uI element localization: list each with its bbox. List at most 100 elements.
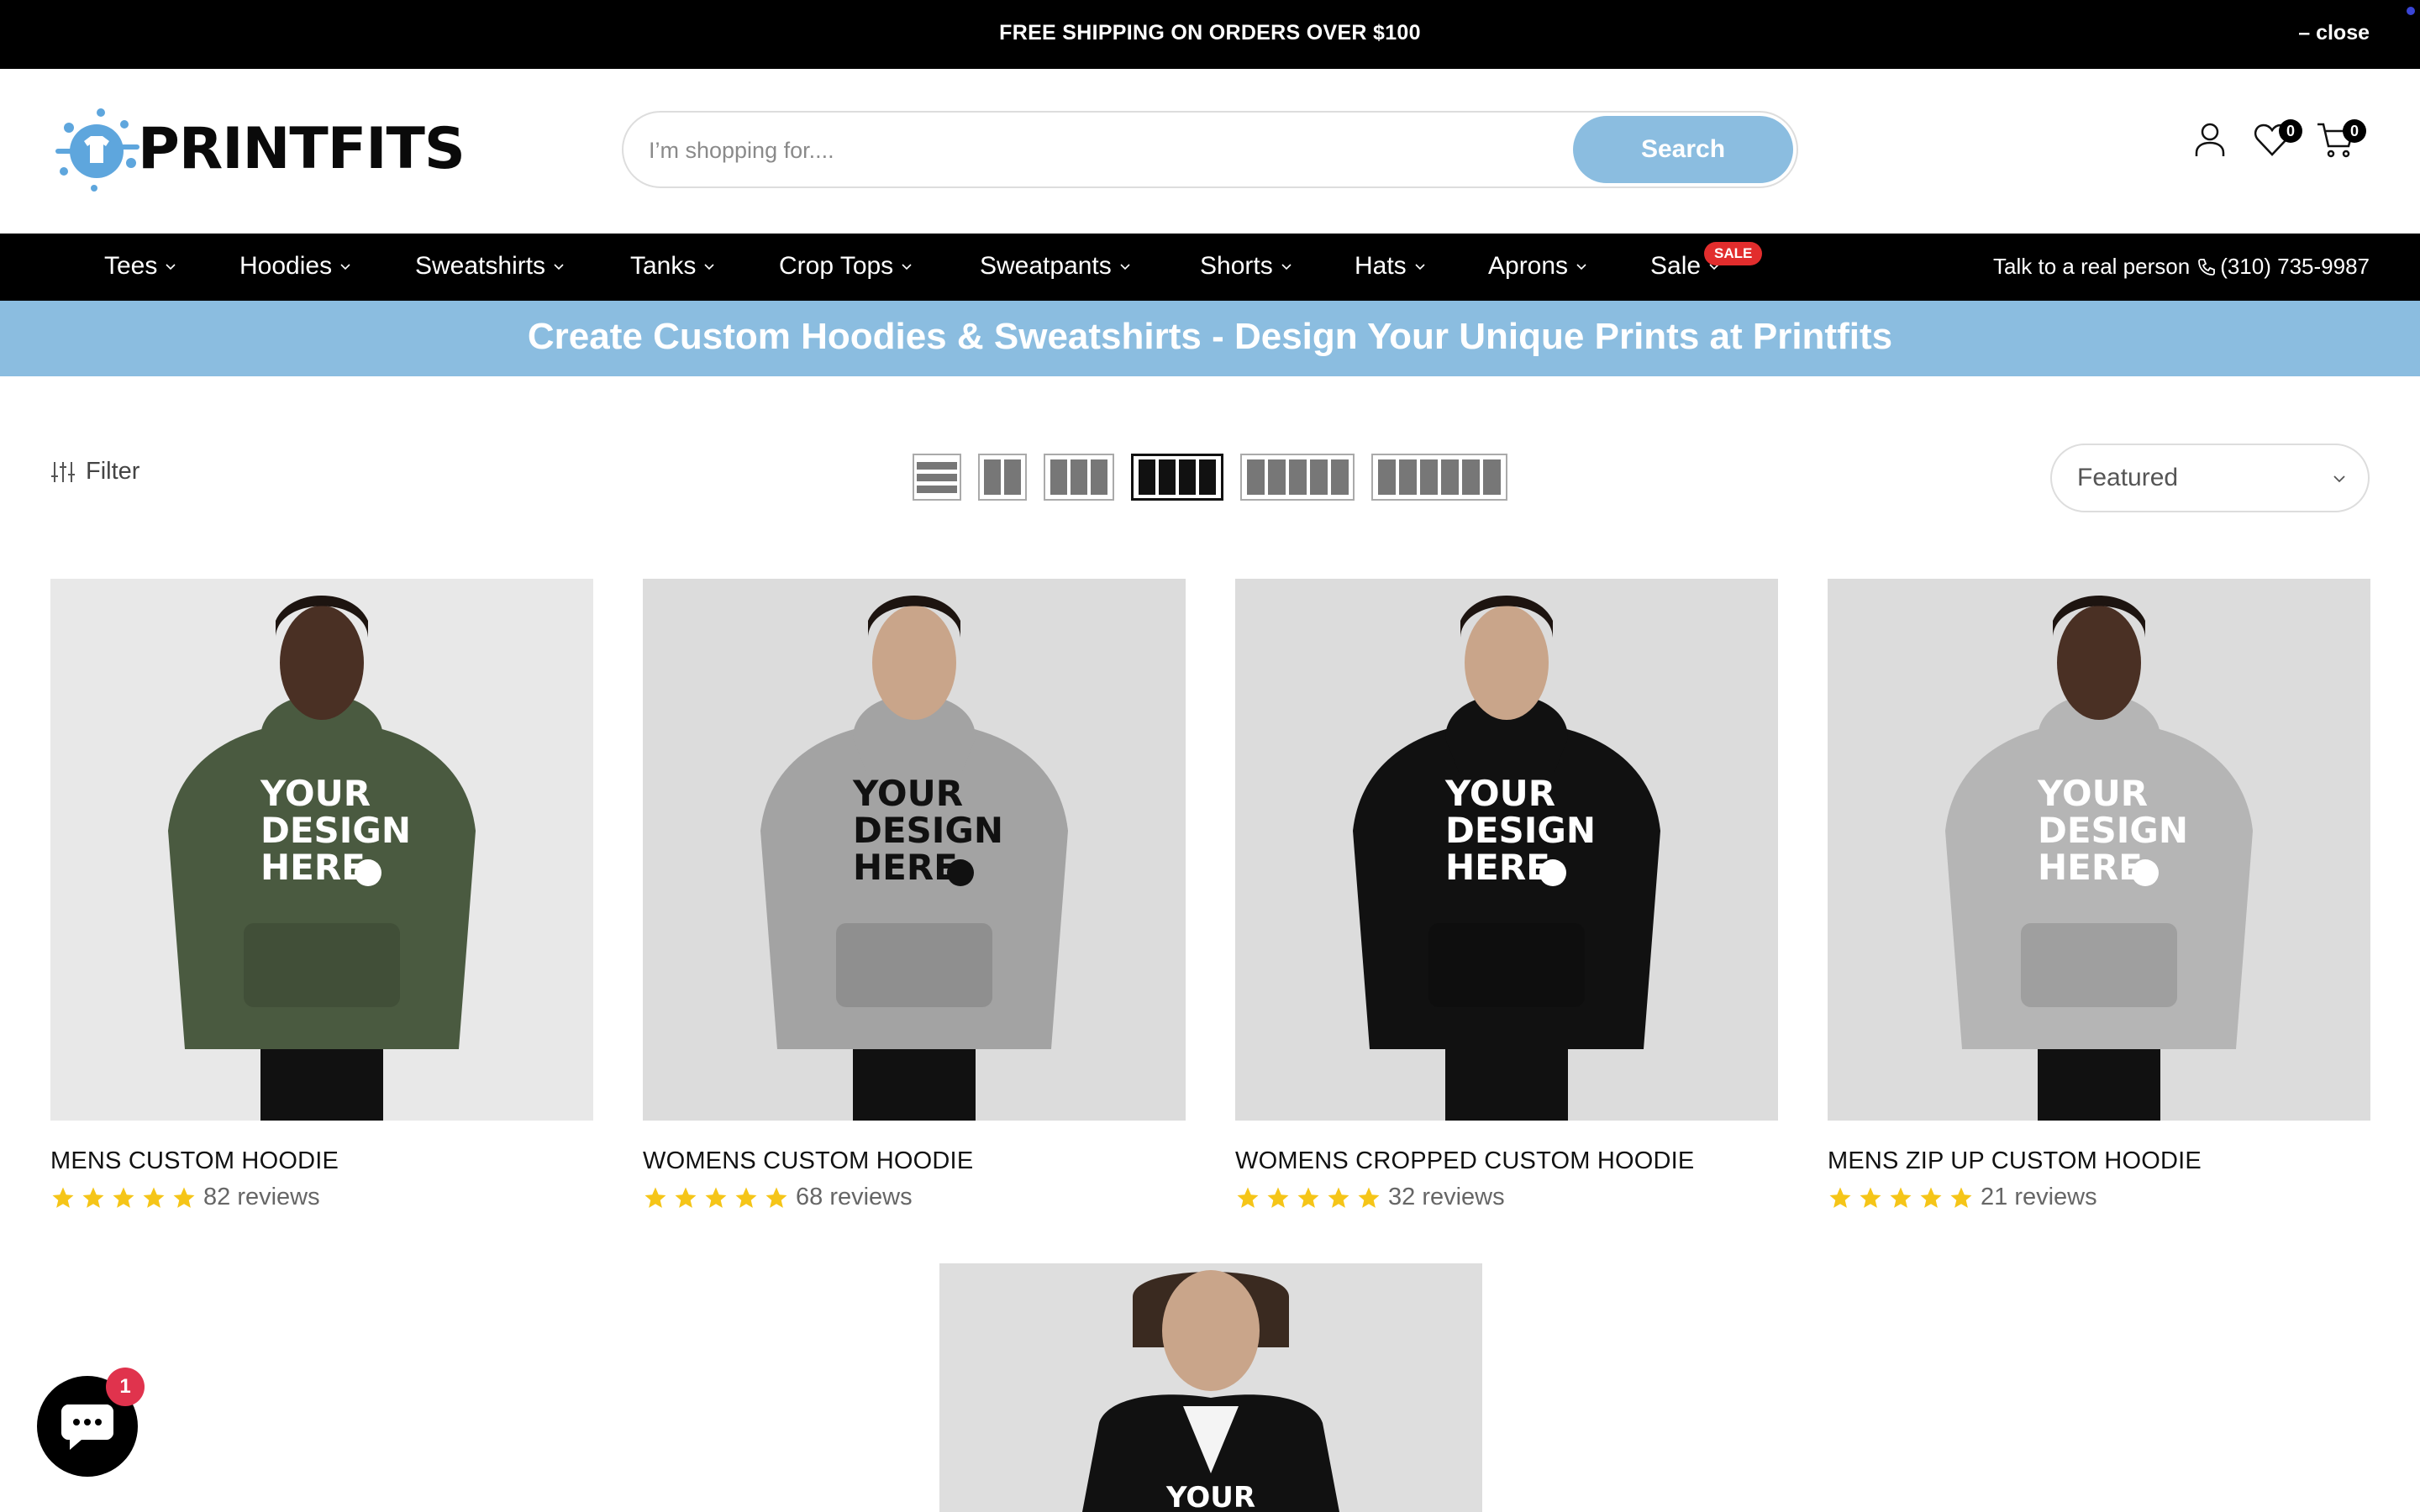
star-icon: [1328, 1187, 1349, 1208]
chevron-down-icon: [1576, 264, 1586, 270]
nav-item-shorts[interactable]: Shorts: [1200, 252, 1293, 281]
user-icon: [2195, 123, 2225, 156]
nav-item-label: Sweatshirts: [415, 252, 546, 280]
star-icon: [113, 1187, 134, 1208]
sort-selected-value: Featured: [2077, 464, 2179, 491]
collection-banner: Create Custom Hoodies & Sweatshirts - De…: [0, 301, 2420, 376]
sort-select[interactable]: Featured: [2050, 444, 2370, 512]
chevron-down-icon: [554, 264, 564, 270]
model-hoodie-image: YOURDESIGNHERE: [1828, 579, 2370, 1121]
nav-item-sweatshirts[interactable]: Sweatshirts: [415, 252, 566, 281]
nav-item-label: Hats: [1355, 252, 1407, 280]
nav-item-crop-tops[interactable]: Crop Tops: [779, 252, 913, 281]
announcement-message: FREE SHIPPING ON ORDERS OVER $100: [999, 21, 1421, 45]
star-icon: [1920, 1187, 1942, 1208]
product-rating[interactable]: 32 reviews: [1235, 1184, 1778, 1211]
product-image[interactable]: YOUR DESIGN HERE: [643, 579, 1186, 1121]
nav-item-hats[interactable]: Hats: [1355, 252, 1427, 281]
phone-icon: [2198, 258, 2216, 276]
grid-column-icon: [1139, 459, 1155, 495]
print-text: HERE: [2038, 847, 2143, 888]
filter-button[interactable]: Filter: [50, 458, 139, 486]
chevron-down-icon: [340, 264, 350, 270]
model-hoodie-image: YOURDESIGNHERE: [643, 579, 1186, 1121]
nav-item-label: Crop Tops: [779, 252, 894, 280]
chevron-down-icon: [166, 264, 176, 270]
star-icon: [705, 1187, 727, 1208]
list-row-icon: [917, 473, 957, 481]
review-count: 21 reviews: [1981, 1184, 2097, 1210]
grid-column-icon: [1199, 459, 1216, 495]
print-text: HERE: [260, 847, 366, 888]
star-icon: [1358, 1187, 1380, 1208]
product-image[interactable]: YOUR DESIGN HERE: [1828, 579, 2370, 1121]
cart-count-badge: 0: [2343, 119, 2366, 143]
grid-column-icon: [1441, 459, 1459, 495]
product-card[interactable]: YOUR DESIGN HERE MENS ZIP UP CUSTOM HOODIE 2…: [1828, 579, 2370, 1211]
paint-splash-icon: [1539, 859, 1566, 886]
model-hoodie-image: YOURDESIGNHERE: [1235, 579, 1778, 1121]
filter-sliders-icon: [51, 461, 75, 482]
nav-item-tees[interactable]: Tees: [104, 252, 177, 281]
paint-splash-icon: [355, 859, 381, 886]
logo-splash-icon: [55, 108, 139, 192]
star-icon: [1237, 1187, 1259, 1208]
layout-6-columns-button[interactable]: [1371, 454, 1507, 501]
product-title[interactable]: MENS CUSTOM HOODIE: [50, 1147, 593, 1175]
phone-number: (310) 735-9987: [2220, 254, 2370, 279]
print-text: YOUR: [852, 773, 963, 814]
nav-item-label: Hoodies: [239, 252, 333, 280]
chat-launcher-button[interactable]: 1: [37, 1368, 145, 1477]
paint-splash-icon: [2132, 859, 2159, 886]
chevron-down-icon: [1415, 264, 1425, 270]
print-text: YOUR: [2037, 773, 2148, 814]
nav-item-label: Shorts: [1200, 252, 1273, 280]
layout-3-columns-button[interactable]: [1044, 454, 1114, 501]
star-icon: [82, 1187, 104, 1208]
account-button[interactable]: [2190, 119, 2240, 170]
grid-column-icon: [1420, 459, 1438, 495]
layout-2-columns-button[interactable]: [978, 454, 1027, 501]
nav-item-tanks[interactable]: Tanks: [630, 252, 716, 281]
chevron-down-icon: [1120, 264, 1130, 270]
nav-item-label: Tees: [104, 252, 158, 280]
nav-item-hoodies[interactable]: Hoodies: [239, 252, 352, 281]
status-dot: [2407, 7, 2415, 15]
search-input[interactable]: [649, 129, 1506, 171]
product-image[interactable]: YOUR DESIGN HERE: [1235, 579, 1778, 1121]
announcement-close-button[interactable]: – close: [2298, 21, 2370, 45]
star-rating: [1235, 1185, 1381, 1210]
star-icon: [1860, 1187, 1881, 1208]
nav-item-sweatpants[interactable]: Sweatpants: [980, 252, 1132, 281]
cart-button[interactable]: 0: [2316, 119, 2366, 170]
product-title[interactable]: WOMENS CUSTOM HOODIE: [643, 1147, 1186, 1175]
search-button[interactable]: Search: [1573, 116, 1793, 183]
wishlist-button[interactable]: 0: [2252, 119, 2302, 170]
chat-bubble-icon: [61, 1404, 113, 1450]
product-card[interactable]: YOUR DESIGN HERE WOMENS CUSTOM HOODIE 68 rev…: [643, 579, 1186, 1211]
product-rating[interactable]: 21 reviews: [1828, 1184, 2370, 1211]
paint-splash-icon: [947, 859, 974, 886]
product-rating[interactable]: 82 reviews: [50, 1184, 593, 1211]
product-image[interactable]: YOUR DESIGN HERE: [50, 579, 593, 1121]
layout-4-columns-button[interactable]: [1131, 454, 1223, 501]
product-card[interactable]: YOUR DESIGN HERE WOMENS CROPPED CUSTOM HOOD…: [1235, 579, 1778, 1211]
product-title[interactable]: WOMENS CROPPED CUSTOM HOODIE: [1235, 1147, 1778, 1175]
nav-item-aprons[interactable]: Aprons: [1488, 252, 1588, 281]
product-image[interactable]: YOUR: [939, 1263, 1482, 1512]
logo[interactable]: PRINTFITS: [50, 102, 466, 195]
star-icon: [1297, 1187, 1319, 1208]
product-rating[interactable]: 68 reviews: [643, 1184, 1186, 1211]
print-text: YOUR: [1165, 1481, 1255, 1512]
nav-item-label: Sweatpants: [980, 252, 1112, 280]
product-card[interactable]: YOUR DESIGN HERE MENS CUSTOM HOODIE 82 revie…: [50, 579, 593, 1211]
phone-contact[interactable]: Talk to a real person (310) 735-9987: [1993, 254, 2370, 280]
product-card-partial[interactable]: YOUR: [939, 1263, 1482, 1512]
grid-column-icon: [1483, 459, 1501, 495]
product-title[interactable]: MENS ZIP UP CUSTOM HOODIE: [1828, 1147, 2370, 1175]
grid-column-icon: [1462, 459, 1480, 495]
layout-5-columns-button[interactable]: [1240, 454, 1355, 501]
sale-badge: SALE: [1704, 242, 1763, 265]
layout-list-button[interactable]: [913, 454, 961, 501]
nav-item-label: Aprons: [1488, 252, 1569, 280]
